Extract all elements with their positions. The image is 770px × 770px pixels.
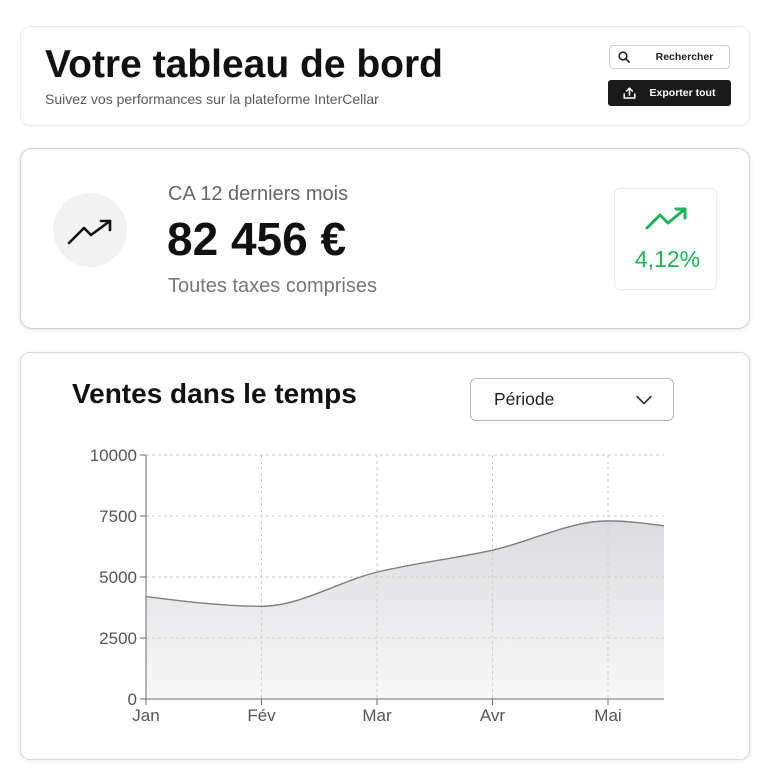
kpi-icon-badge <box>53 193 127 267</box>
x-tick-label: Jan <box>132 706 159 725</box>
kpi-change-badge: 4,12% <box>614 188 717 290</box>
search-button[interactable]: Rechercher <box>609 45 730 69</box>
y-tick-label: 10000 <box>90 446 137 465</box>
header-card: Votre tableau de bord Suivez vos perform… <box>20 26 750 126</box>
x-tick-label: Mai <box>594 706 621 725</box>
chevron-down-icon <box>636 395 652 405</box>
x-tick-label: Avr <box>480 706 506 725</box>
kpi-change-value: 4,12% <box>634 246 701 272</box>
export-all-button-label: Exporter tout <box>649 87 716 99</box>
search-button-label: Rechercher <box>655 51 714 63</box>
kpi-note: Toutes taxes comprises <box>168 275 377 297</box>
kpi-value: 82 456 € <box>167 213 347 265</box>
upload-icon <box>623 87 636 99</box>
export-all-button[interactable]: Exporter tout <box>608 80 731 106</box>
x-tick-label: Fév <box>247 706 276 725</box>
y-tick-label: 5000 <box>99 568 137 587</box>
x-tick-label: Mar <box>362 706 392 725</box>
revenue-kpi-card: CA 12 derniers mois 82 456 € Toutes taxe… <box>20 148 750 329</box>
y-tick-label: 2500 <box>99 629 137 648</box>
page-subtitle: Suivez vos performances sur la plateform… <box>45 91 379 107</box>
chart-title: Ventes dans le temps <box>72 378 357 409</box>
kpi-label: CA 12 derniers mois <box>168 183 349 205</box>
sales-over-time-card: 0 2500 5000 7500 10000 Jan Fév Mar Avr Mai Ventes… <box>20 352 750 760</box>
trending-up-icon <box>645 207 687 230</box>
sales-area <box>146 520 664 699</box>
period-select[interactable]: Période <box>470 378 674 421</box>
trending-up-icon <box>67 219 112 245</box>
search-icon <box>618 51 630 63</box>
period-select-value: Période <box>494 389 555 409</box>
page-title: Votre tableau de bord <box>45 43 443 86</box>
y-tick-label: 7500 <box>99 507 137 526</box>
